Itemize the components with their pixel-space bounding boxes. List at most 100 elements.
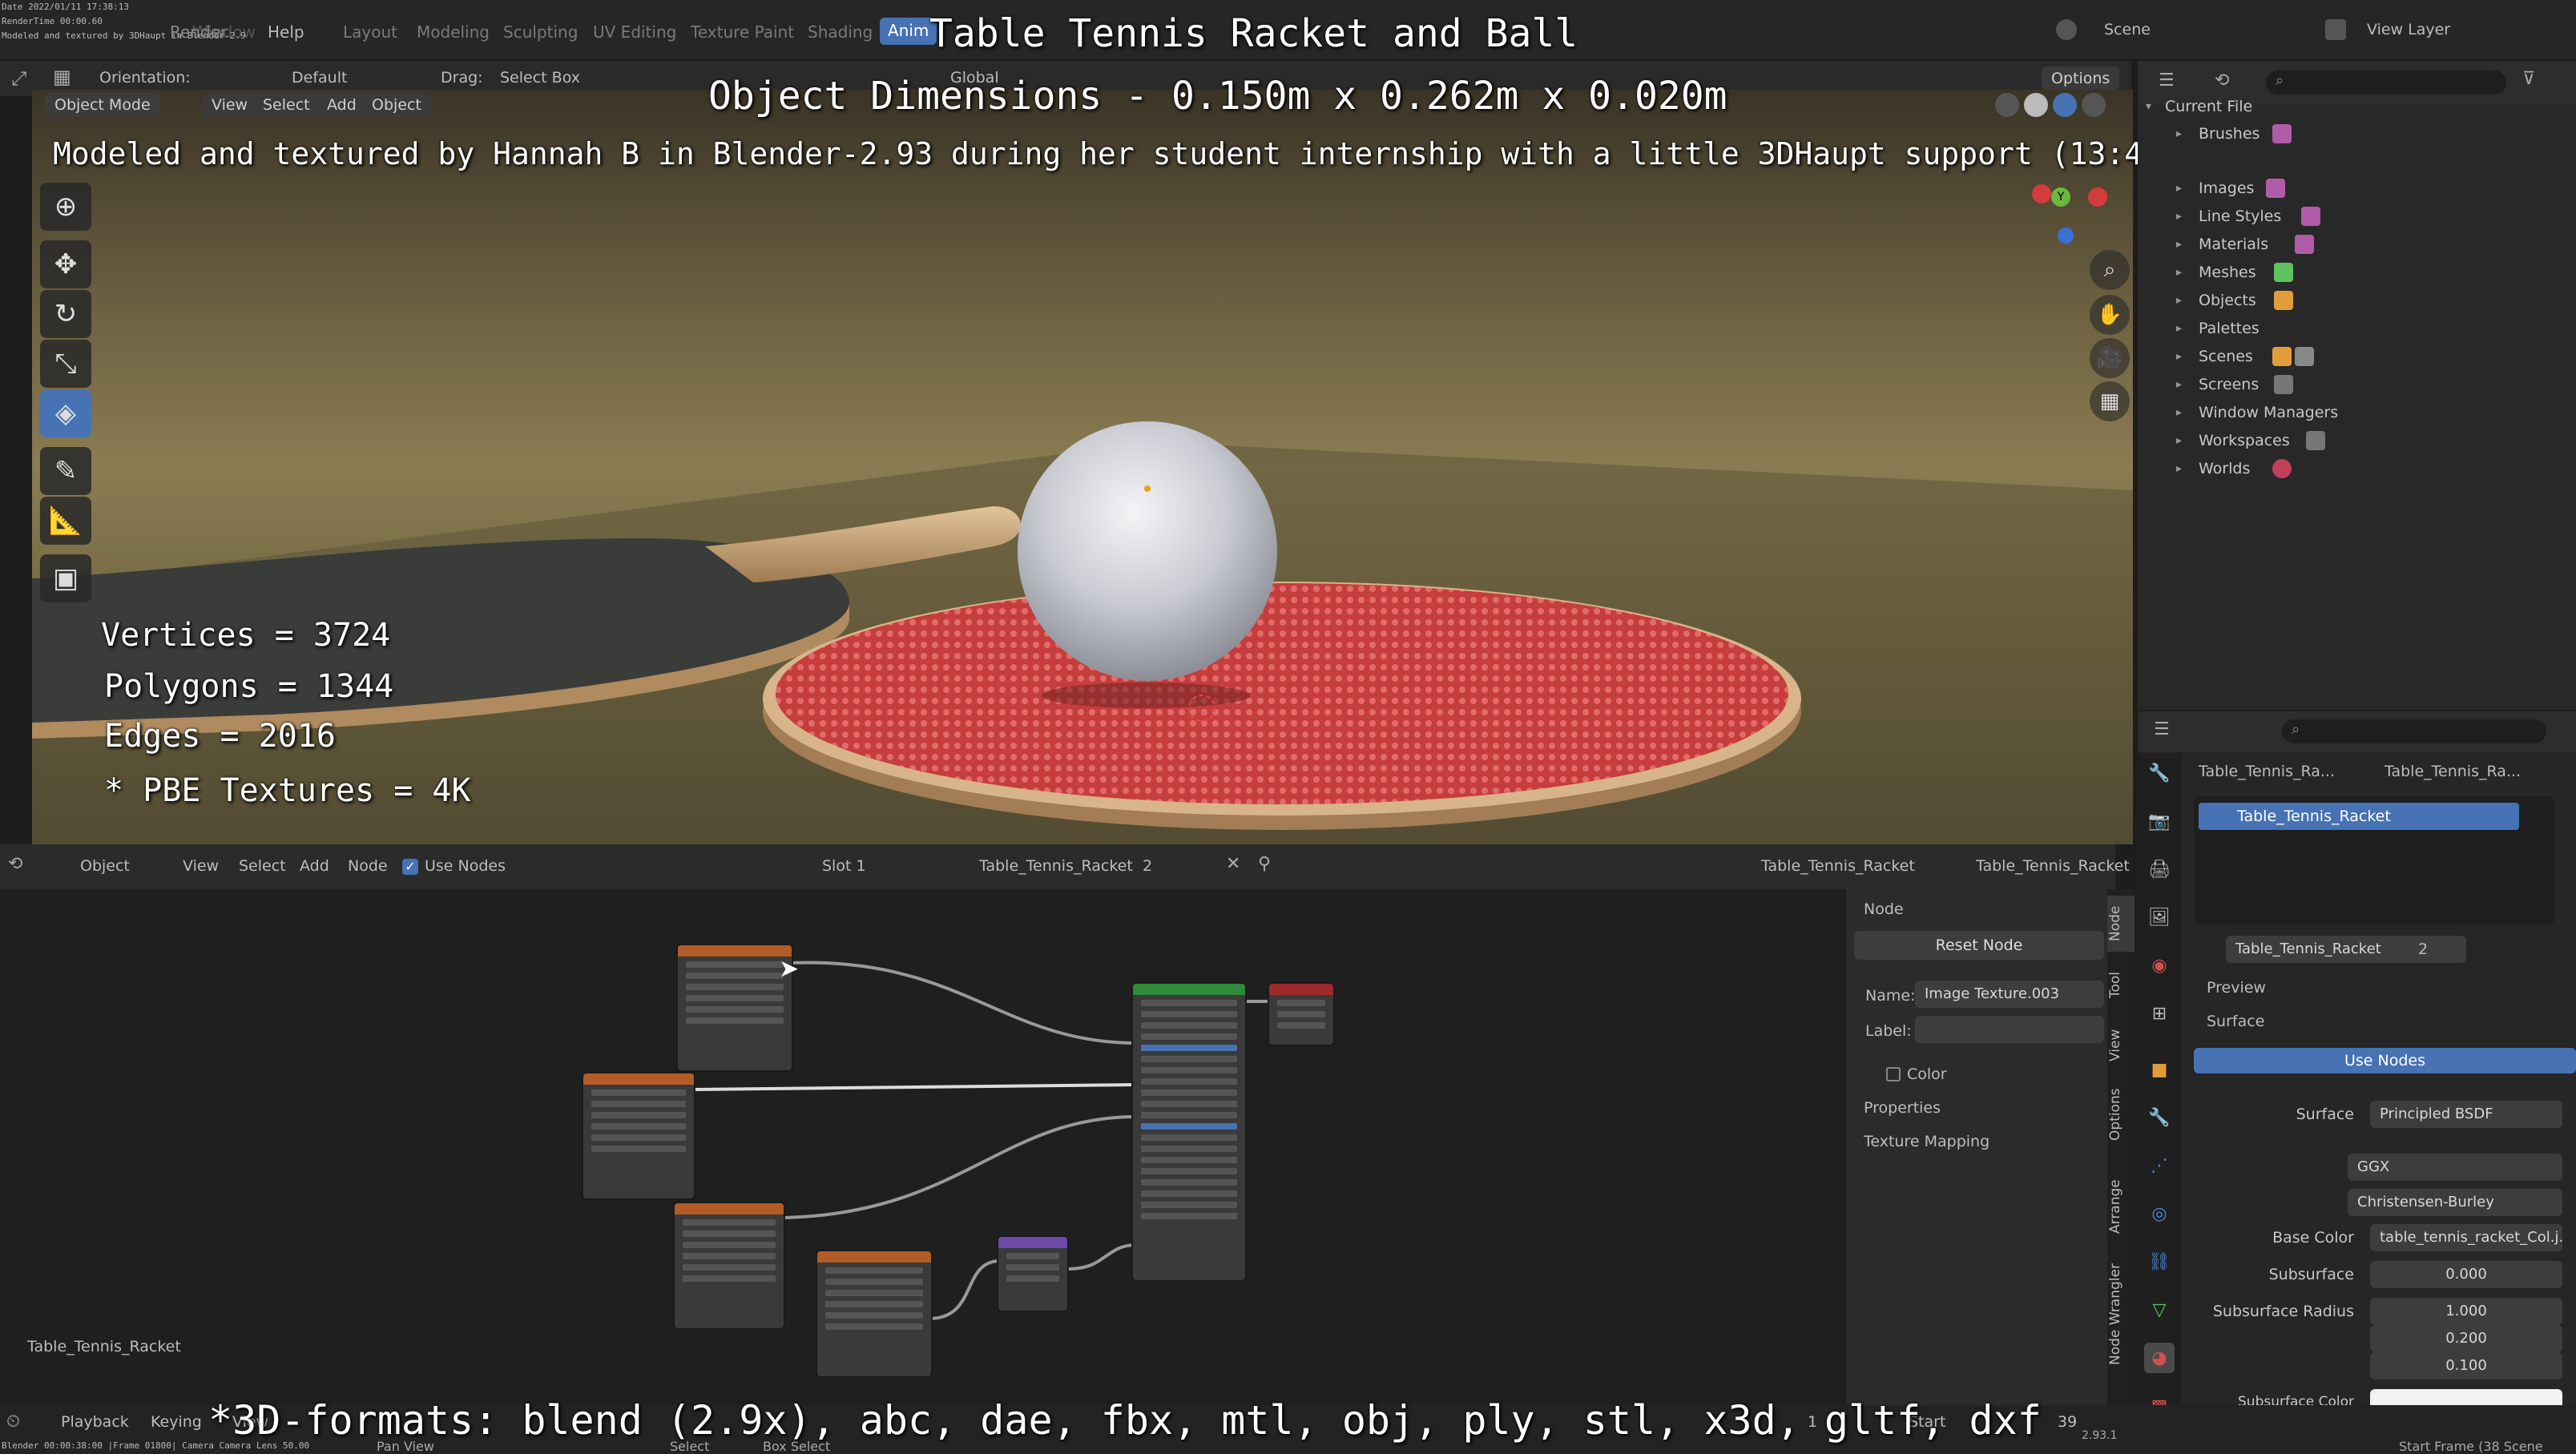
gizmo-z-icon[interactable]	[2058, 228, 2074, 244]
end-frame-value[interactable]: 39	[2058, 1410, 2077, 1434]
rotate-tool-icon[interactable]: ↻	[40, 290, 91, 338]
scene-name[interactable]: Scene	[2104, 18, 2151, 42]
pan-hand-icon[interactable]: ✋	[2090, 295, 2130, 335]
properties-panel-header[interactable]: Properties	[1864, 1096, 1941, 1120]
outliner-item[interactable]: ▸ Scenes	[2138, 343, 2576, 370]
use-nodes-button[interactable]: Use Nodes	[2194, 1048, 2576, 1073]
reset-node-button[interactable]: Reset Node	[1854, 931, 2104, 960]
outliner-current-file[interactable]: ▾ Current File	[2138, 93, 2576, 120]
node-menu-view[interactable]: View	[183, 854, 219, 878]
drag-dropdown[interactable]: Select Box	[500, 66, 580, 90]
chevron-right-icon[interactable]: ▸	[2176, 259, 2182, 286]
object-tab-icon[interactable]: ■	[2144, 1054, 2175, 1085]
material-shading-icon[interactable]	[2053, 93, 2077, 117]
chevron-right-icon[interactable]: ▸	[2176, 287, 2182, 314]
surface-panel-header[interactable]: Surface	[2207, 1009, 2264, 1033]
outliner-search-input[interactable]: ⌕	[2266, 70, 2506, 95]
close-icon[interactable]: ✕	[1226, 854, 1240, 874]
chevron-right-icon[interactable]: ▸	[2176, 203, 2182, 230]
viewport-menu-select[interactable]: Select	[253, 93, 320, 117]
properties-editor-icon[interactable]: ☰	[2154, 719, 2170, 739]
node-menu-add[interactable]: Add	[300, 854, 329, 878]
image-texture-node[interactable]	[816, 1250, 933, 1378]
view-layer-name[interactable]: View Layer	[2367, 18, 2450, 42]
tab-arrange[interactable]: Arrange	[2107, 1166, 2135, 1247]
tab-shading[interactable]: Shading	[808, 22, 873, 42]
shader-type-dropdown[interactable]: Object	[80, 854, 130, 878]
move-tool-icon[interactable]: ✥	[40, 240, 91, 288]
preview-panel-header[interactable]: Preview	[2207, 976, 2266, 1000]
playback-menu[interactable]: Playback	[61, 1410, 129, 1434]
editor-type-icon[interactable]: ⤢	[11, 67, 26, 90]
wireframe-shading-icon[interactable]	[1995, 93, 2019, 117]
material-tab-icon[interactable]: ◕	[2144, 1343, 2175, 1373]
world-tab-icon[interactable]: ⊞	[2144, 998, 2175, 1029]
ortho-grid-icon[interactable]: ▦	[2090, 381, 2130, 421]
chevron-right-icon[interactable]: ▸	[2176, 231, 2182, 258]
filter-icon[interactable]: ⊽	[2522, 69, 2535, 89]
normal-map-node[interactable]	[997, 1235, 1069, 1312]
select-cursor-icon[interactable]: ⊕	[40, 183, 91, 231]
output-tab-icon[interactable]: 🖨	[2144, 854, 2175, 884]
menu-help[interactable]: Help	[268, 22, 304, 42]
distribution-dropdown[interactable]: GGX	[2348, 1154, 2562, 1181]
surface-shader-field[interactable]: Principled BSDF	[2370, 1101, 2562, 1128]
node-label-field[interactable]	[1915, 1016, 2104, 1043]
chevron-right-icon[interactable]: ▸	[2176, 315, 2182, 342]
annotate-tool-icon[interactable]: ✎	[40, 447, 91, 495]
solid-shading-icon[interactable]	[2024, 93, 2048, 117]
properties-search-input[interactable]: ⌕	[2282, 719, 2546, 743]
image-texture-node[interactable]	[582, 1072, 695, 1200]
tab-modeling[interactable]: Modeling	[417, 22, 490, 42]
gizmo-neg-x-icon[interactable]	[2088, 187, 2107, 207]
outliner-item[interactable]: ▸ Workspaces	[2138, 427, 2576, 454]
image-texture-node[interactable]	[673, 1202, 785, 1330]
texture-mapping-header[interactable]: Texture Mapping	[1864, 1130, 1989, 1154]
material-output-node[interactable]	[1268, 982, 1335, 1046]
material-user-count[interactable]: 2	[2418, 937, 2428, 961]
orientation-dropdown[interactable]: Default	[292, 66, 347, 90]
tab-view[interactable]: View	[2107, 1017, 2135, 1073]
material-slot-item[interactable]: Table_Tennis_Racket	[2199, 803, 2519, 830]
particles-tab-icon[interactable]: ⋰	[2144, 1150, 2175, 1181]
timeline-editor-icon[interactable]: ⏲	[6, 1412, 20, 1432]
outliner-item[interactable]: ▸ Worlds	[2138, 455, 2576, 482]
pin-icon[interactable]: ⚲	[1258, 854, 1271, 874]
chevron-right-icon[interactable]: ▸	[2176, 343, 2182, 370]
select-tool-icon[interactable]: ▦	[53, 66, 71, 88]
tab-animation[interactable]: Anim	[880, 18, 937, 45]
node-editor-type-icon[interactable]: ⟲	[8, 854, 22, 874]
subsurface-field[interactable]: 0.000	[2370, 1261, 2562, 1288]
navigation-gizmo[interactable]: Y	[2016, 176, 2112, 256]
scale-tool-icon[interactable]: ⤡	[40, 340, 91, 388]
transform-tool-icon[interactable]: ◈	[40, 389, 91, 437]
material-users[interactable]: 2	[1143, 854, 1152, 878]
gizmo-x-icon[interactable]	[2032, 184, 2051, 203]
tab-texture-paint[interactable]: Texture Paint	[691, 22, 794, 42]
principled-bsdf-node[interactable]	[1131, 982, 1247, 1282]
tab-sculpting[interactable]: Sculpting	[503, 22, 578, 42]
node-panel-header[interactable]: Node	[1864, 897, 1904, 921]
physics-tab-icon[interactable]: ◎	[2144, 1198, 2175, 1229]
chevron-right-icon[interactable]: ▸	[2176, 371, 2182, 398]
tab-options[interactable]: Options	[2107, 1078, 2135, 1150]
base-color-field[interactable]: table_tennis_racket_Col.j...	[2370, 1224, 2562, 1251]
slot-dropdown[interactable]: Slot 1	[822, 854, 866, 878]
3d-viewport[interactable]: ⊕ ✥ ↻ ⤡ ◈ ✎ 📐 ▣ Y ⌕ ✋ 🎥 ▦	[32, 90, 2133, 844]
tab-node[interactable]: Node	[2107, 896, 2135, 952]
tab-uv-editing[interactable]: UV Editing	[593, 22, 676, 42]
image-texture-node[interactable]	[676, 944, 793, 1072]
view-layer-tab-icon[interactable]: 🖼	[2144, 902, 2175, 932]
rendered-shading-icon[interactable]	[2082, 93, 2106, 117]
outliner-item[interactable]: ▸ Line Styles	[2138, 203, 2576, 230]
chevron-right-icon[interactable]: ▸	[2176, 175, 2182, 202]
use-nodes-checkbox[interactable]: ✓	[402, 859, 418, 875]
viewport-menu-view[interactable]: View	[202, 93, 258, 117]
material-name-field[interactable]: Table_Tennis_Racket	[2226, 936, 2466, 963]
chevron-right-icon[interactable]: ▸	[2176, 455, 2182, 482]
object-mode-dropdown[interactable]: Object Mode	[45, 93, 160, 117]
subsurface-radius-y[interactable]: 0.200	[2370, 1325, 2562, 1352]
tab-layout[interactable]: Layout	[343, 22, 397, 42]
outliner-item[interactable]: ▸ Brushes	[2138, 120, 2576, 147]
display-mode-icon[interactable]: ⟲	[2215, 70, 2229, 91]
